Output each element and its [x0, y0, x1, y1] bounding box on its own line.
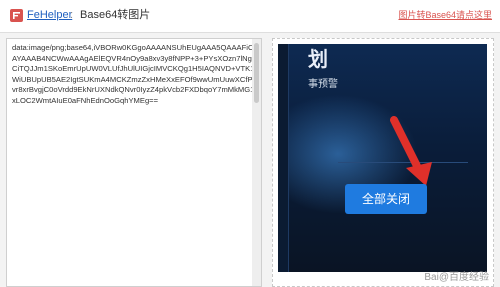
title-separator: : — [70, 9, 74, 21]
baidu-watermark: Bai@百度经验 — [424, 272, 489, 283]
decoded-image: 划 事预警 全部关闭 — [278, 44, 487, 272]
brand-link[interactable]: FeHelper — [27, 8, 72, 23]
base64-input-area[interactable]: data:image/png;base64,iVBORw0KGgoAAAANSU… — [6, 38, 262, 287]
scrollbar-thumb[interactable] — [254, 43, 259, 103]
image-to-base64-link[interactable]: 图片转Base64请点这里 — [398, 8, 492, 23]
page-title: Base64转图片 — [80, 9, 151, 21]
image-left-strip — [278, 44, 289, 272]
close-all-button[interactable]: 全部关闭 — [345, 184, 427, 214]
image-heading-text: 划 — [308, 49, 328, 71]
editor-scrollbar[interactable] — [252, 39, 261, 286]
image-preview-panel: 划 事预警 全部关闭 Bai@百度经验 — [272, 38, 494, 287]
red-arrow-icon — [390, 116, 432, 186]
image-subheading-text: 事预警 — [308, 79, 338, 90]
base64-text[interactable]: data:image/png;base64,iVBORw0KGgoAAAANSU… — [7, 39, 261, 110]
fehelper-logo-icon — [10, 9, 23, 22]
top-bar: FeHelper : Base64转图片 图片转Base64请点这里 — [0, 0, 500, 33]
